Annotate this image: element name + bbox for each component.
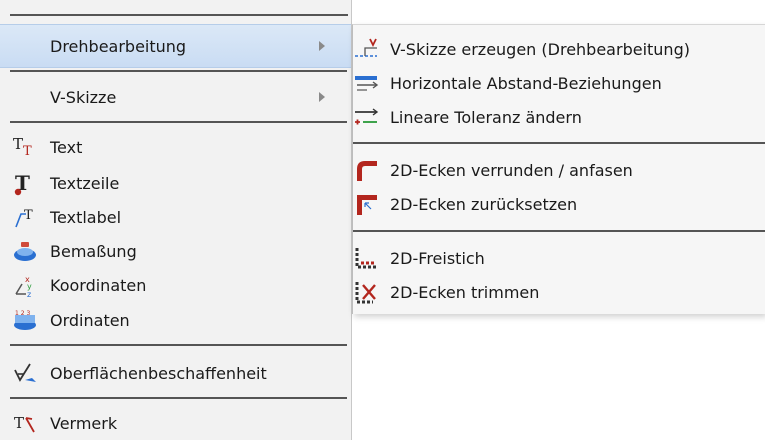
dimension-icon [14, 242, 36, 261]
submenu-item-v-skizze-erzeugen[interactable]: V-Skizze erzeugen (Drehbearbeitung) [353, 33, 765, 65]
submenu-separator [353, 230, 765, 232]
menu-item-label: Textzeile [50, 173, 120, 193]
menu-item-textlabel[interactable]: T Textlabel [0, 200, 351, 234]
menu-item-label: Vermerk [50, 413, 118, 433]
undercut-icon [355, 248, 377, 269]
menu-item-label: Textlabel [50, 207, 122, 227]
menu-item-oberflaechenbeschaffenheit[interactable]: Oberflächenbeschaffenheit [0, 356, 351, 390]
horizontal-distance-icon [355, 76, 379, 91]
coordinates-icon: x y z [15, 275, 32, 298]
svg-text:1 2 3: 1 2 3 [15, 310, 30, 317]
menu-item-label: Drehbearbeitung [50, 36, 187, 56]
menu-separator [10, 70, 347, 72]
menu-separator [10, 0, 348, 16]
context-menu: Drehbearbeitung V-Skizze T T Text T Text… [0, 0, 352, 440]
menu-item-bemassung[interactable]: Bemaßung [0, 234, 351, 268]
svg-text:T: T [24, 208, 33, 223]
submenu-separator [353, 142, 765, 144]
menu-item-label: Oberflächenbeschaffenheit [50, 363, 267, 383]
submenu-item-label: Lineare Toleranz ändern [390, 107, 582, 127]
submenu-item-ecken-trimmen[interactable]: 2D-Ecken trimmen [353, 276, 765, 308]
fillet-chamfer-icon [357, 161, 377, 181]
menu-item-label: Bemaßung [50, 241, 137, 261]
submenu-item-label: 2D-Ecken zurücksetzen [390, 194, 578, 214]
text-icon: T T [13, 135, 32, 159]
menu-item-label: V-Skizze [50, 87, 117, 107]
submenu-arrow-icon [319, 41, 325, 51]
submenu-item-ecken-verrunden[interactable]: 2D-Ecken verrunden / anfasen [353, 154, 765, 186]
v-sketch-create-icon [355, 38, 377, 57]
menu-separator [10, 121, 347, 123]
submenu-item-freistich[interactable]: 2D-Freistich [353, 242, 765, 274]
menu-item-ordinaten[interactable]: 1 2 3 Ordinaten [0, 303, 351, 337]
ordinates-icon: 1 2 3 [14, 310, 36, 330]
menu-item-text[interactable]: T T Text [0, 130, 351, 164]
submenu-item-label: 2D-Ecken verrunden / anfasen [390, 160, 633, 180]
submenu-item-ecken-zuruecksetzen[interactable]: 2D-Ecken zurücksetzen [353, 188, 765, 220]
submenu-item-label: V-Skizze erzeugen (Drehbearbeitung) [390, 39, 690, 59]
menu-separator [10, 344, 347, 346]
menu-item-label: Text [50, 137, 83, 157]
svg-text:z: z [27, 290, 31, 298]
textlabel-icon: T [15, 208, 33, 228]
menu-item-label: Ordinaten [50, 310, 130, 330]
menu-item-textzeile[interactable]: T Textzeile [0, 166, 351, 200]
svg-text:T: T [14, 414, 24, 432]
menu-item-v-skizze[interactable]: V-Skizze [0, 75, 351, 119]
svg-text:T: T [23, 144, 32, 159]
menu-separator [10, 397, 347, 399]
menu-item-vermerk[interactable]: T Vermerk [0, 406, 351, 440]
submenu-drehbearbeitung: V-Skizze erzeugen (Drehbearbeitung) Hori… [352, 24, 765, 314]
submenu-item-lineare-toleranz[interactable]: Lineare Toleranz ändern [353, 101, 765, 133]
menu-item-drehbearbeitung[interactable]: Drehbearbeitung [0, 24, 351, 68]
submenu-item-horizontale-abstand[interactable]: Horizontale Abstand-Beziehungen [353, 67, 765, 99]
reset-corners-icon [357, 195, 377, 215]
submenu-arrow-icon [319, 92, 325, 102]
menu-item-label: Koordinaten [50, 275, 147, 295]
note-icon: T [14, 414, 35, 433]
trim-corners-icon [355, 282, 376, 304]
svg-text:T: T [13, 135, 23, 153]
submenu-item-label: Horizontale Abstand-Beziehungen [390, 73, 662, 93]
textline-icon: T [14, 171, 30, 196]
menu-item-koordinaten[interactable]: x y z Koordinaten [0, 268, 351, 302]
linear-tolerance-icon [355, 108, 379, 125]
submenu-item-label: 2D-Ecken trimmen [390, 282, 540, 302]
surface-finish-icon [14, 363, 36, 382]
submenu-item-label: 2D-Freistich [390, 248, 485, 268]
